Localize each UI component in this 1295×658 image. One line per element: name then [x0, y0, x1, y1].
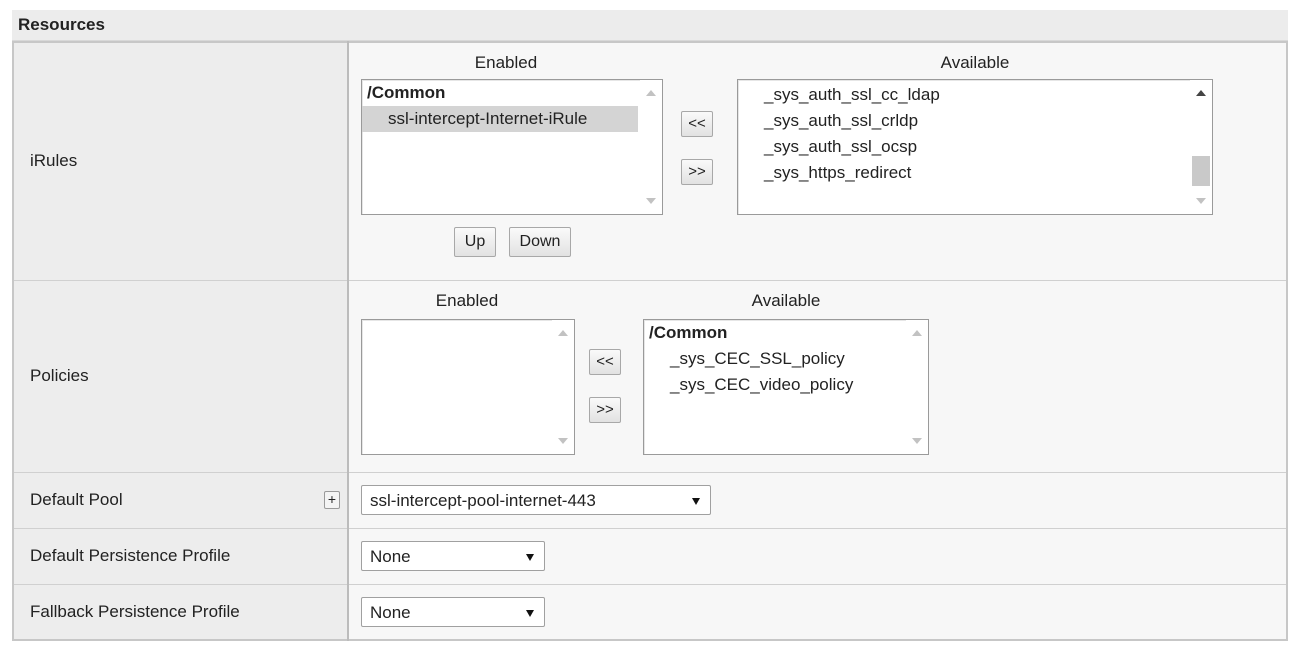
list-group: /Common	[367, 83, 446, 102]
policies-value-cell: Enabled Available << >> /Common _sys_CEC…	[347, 279, 1288, 473]
scrollbar-thumb[interactable]	[1192, 156, 1210, 186]
policies-move-right-button[interactable]: >>	[589, 396, 621, 423]
scroll-up-icon[interactable]	[1196, 90, 1206, 96]
policies-enabled-listbox[interactable]	[361, 318, 575, 455]
irules-move-right-button[interactable]: >>	[681, 159, 713, 185]
irules-available-listbox[interactable]: _sys_auth_ssl_cc_ldap _sys_auth_ssl_crldp…	[737, 79, 1213, 215]
resources-table: iRules Enabled Available /Common ssl-inte…	[12, 41, 1288, 641]
fallback-persistence-value-cell: None	[347, 583, 1288, 641]
resources-panel: Resources iRules Enabled Available /Comm…	[12, 10, 1288, 641]
scroll-down-icon[interactable]	[646, 198, 656, 204]
scroll-up-icon[interactable]	[912, 329, 922, 336]
chevron-down-icon	[526, 609, 534, 617]
fallback-persistence-row: Fallback Persistence Profile None	[12, 583, 1288, 641]
irules-enabled-listbox[interactable]: /Common ssl-intercept-Internet-iRule	[361, 79, 663, 215]
policies-move-left-button[interactable]: <<	[589, 348, 621, 375]
scroll-up-icon[interactable]	[558, 329, 568, 336]
policies-enabled-scrollbar[interactable]	[552, 319, 574, 454]
fallback-persistence-value: None	[370, 602, 411, 622]
up-button[interactable]: Up	[454, 227, 496, 257]
scroll-down-icon[interactable]	[1196, 198, 1206, 204]
policies-label: Policies	[12, 279, 349, 473]
list-item[interactable]: ssl-intercept-Internet-iRule	[362, 106, 638, 132]
default-pool-value-cell: ssl-intercept-pool-internet-443	[347, 471, 1288, 529]
down-button[interactable]: Down	[509, 227, 571, 257]
default-pool-value: ssl-intercept-pool-internet-443	[370, 490, 596, 510]
list-item[interactable]: _sys_auth_ssl_crldp	[738, 108, 1212, 134]
scroll-up-icon[interactable]	[646, 90, 656, 96]
irules-enabled-scrollbar[interactable]	[640, 80, 662, 214]
policies-available-scrollbar[interactable]	[906, 319, 928, 454]
list-group: /Common	[649, 322, 728, 342]
default-persistence-select[interactable]: None	[361, 540, 545, 571]
default-pool-label-cell: Default Pool +	[12, 471, 349, 529]
irules-row: iRules Enabled Available /Common ssl-inte…	[12, 41, 1288, 281]
add-pool-button[interactable]: +	[324, 491, 340, 509]
default-pool-select[interactable]: ssl-intercept-pool-internet-443	[361, 484, 711, 515]
chevron-down-icon	[692, 497, 700, 505]
fallback-persistence-select[interactable]: None	[361, 596, 545, 627]
list-item[interactable]: _sys_https_redirect	[738, 160, 1212, 186]
list-item[interactable]: _sys_auth_ssl_cc_ldap	[738, 82, 1212, 108]
default-persistence-value: None	[370, 546, 411, 566]
fallback-persistence-label: Fallback Persistence Profile	[12, 583, 349, 641]
irules-value-cell: Enabled Available /Common ssl-intercept-I…	[347, 41, 1288, 281]
default-persistence-row: Default Persistence Profile None	[12, 527, 1288, 585]
scroll-down-icon[interactable]	[558, 437, 568, 444]
policies-row: Policies Enabled Available << >> /Common…	[12, 279, 1288, 473]
list-item[interactable]: _sys_CEC_SSL_policy	[644, 346, 928, 372]
default-pool-label: Default Pool	[30, 490, 123, 509]
list-item[interactable]: _sys_CEC_video_policy	[644, 372, 928, 398]
irules-label: iRules	[12, 41, 349, 281]
section-title: Resources	[12, 10, 1288, 41]
irules-available-scrollbar[interactable]	[1190, 80, 1212, 214]
irules-available-header: Available	[940, 53, 1010, 72]
irules-enabled-header: Enabled	[474, 53, 538, 72]
irules-move-left-button[interactable]: <<	[681, 111, 713, 137]
scroll-down-icon[interactable]	[912, 437, 922, 444]
policies-available-header: Available	[751, 290, 821, 310]
chevron-down-icon	[526, 553, 534, 561]
policies-enabled-header: Enabled	[435, 290, 499, 310]
default-pool-row: Default Pool + ssl-intercept-pool-intern…	[12, 471, 1288, 529]
default-persistence-value-cell: None	[347, 527, 1288, 585]
list-item[interactable]: _sys_auth_ssl_ocsp	[738, 134, 1212, 160]
policies-available-listbox[interactable]: /Common _sys_CEC_SSL_policy _sys_CEC_vide…	[643, 318, 929, 455]
default-persistence-label: Default Persistence Profile	[12, 527, 349, 585]
